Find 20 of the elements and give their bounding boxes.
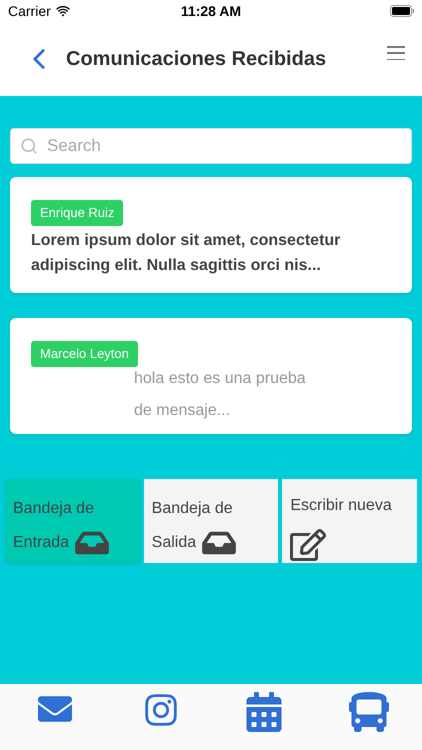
bus-icon[interactable] xyxy=(348,692,388,732)
camera-icon[interactable] xyxy=(142,692,178,728)
battery-icon xyxy=(390,5,414,17)
message-preview: Lorem ipsum dolor sit amet, consectetur adipiscing elit. Nulla sagittis orci nis... xyxy=(31,230,342,276)
menu-tile[interactable]: Bandeja de Salida xyxy=(144,479,278,563)
clock-time: 11:28 AM xyxy=(180,2,242,20)
wifi-icon xyxy=(54,3,71,19)
page-title: Comunicaciones Recibidas xyxy=(66,47,326,72)
menu-tile[interactable]: Escribir nueva xyxy=(282,479,418,563)
search-field[interactable]: Search xyxy=(10,128,412,164)
menu-button[interactable] xyxy=(387,46,405,60)
message-preview: hola esto es una prueba de mensaje... xyxy=(134,368,307,420)
calendar-icon[interactable] xyxy=(246,692,282,732)
edit-icon xyxy=(290,527,326,563)
search-icon xyxy=(20,137,38,155)
carrier-label: Carrier xyxy=(8,2,51,20)
sender-tag: Enrique Ruiz xyxy=(31,200,124,226)
sender-tag: Marcelo Leyton xyxy=(31,341,138,366)
message-card[interactable]: Enrique Ruiz Lorem ipsum dolor sit amet, consectetur adipiscing elit. Nulla sagittis orci nis... xyxy=(10,177,412,293)
menu-tile[interactable]: Bandeja de Entrada xyxy=(5,479,140,563)
